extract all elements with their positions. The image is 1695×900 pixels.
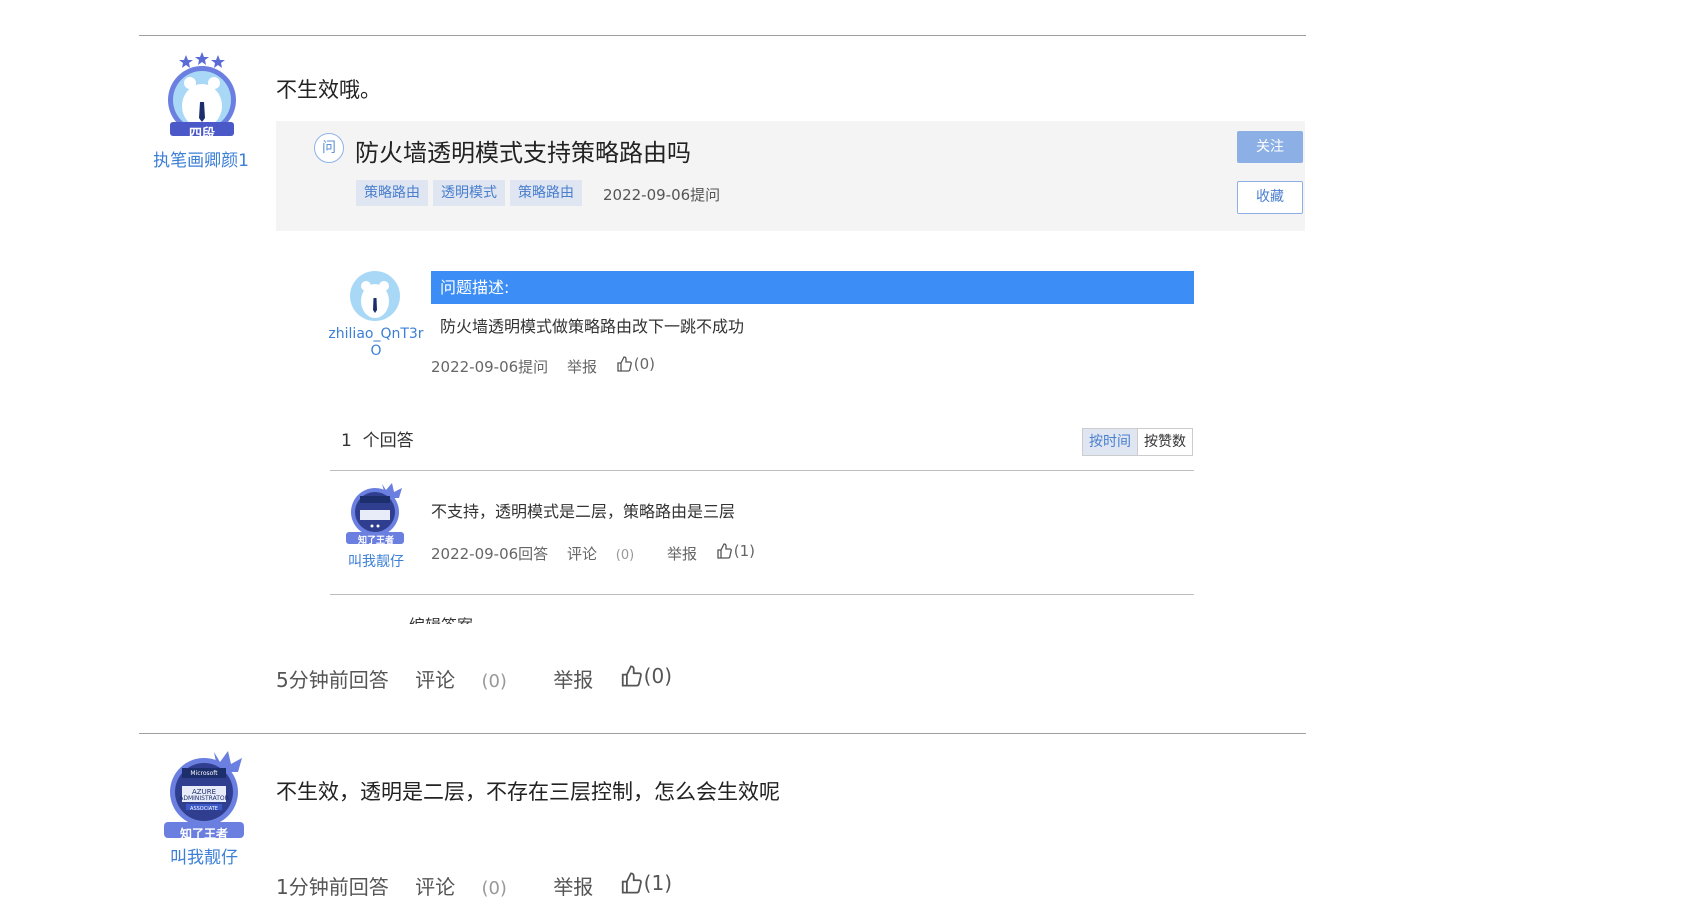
tag-3[interactable]: 策略路由: [510, 180, 582, 206]
divider-reply2: [139, 733, 1306, 734]
reply1-text: 不生效哦。: [276, 78, 381, 102]
asker-name[interactable]: zhiliao_QnT3r: [326, 326, 426, 342]
reply2-like-button[interactable]: (1): [620, 871, 692, 895]
asker-name-line2[interactable]: O: [326, 343, 426, 359]
reply2-time: 1分钟前回答: [276, 875, 389, 899]
answer-like-count: (1): [733, 542, 756, 560]
reply2-badge-text: 知了王者: [179, 827, 228, 841]
like-count: (0): [633, 355, 656, 373]
reply1-comment[interactable]: 评论 (0): [415, 668, 527, 692]
answer-like-button[interactable]: (1): [716, 542, 769, 560]
asker-avatar[interactable]: [349, 270, 401, 322]
answers-count: 1 个回答: [341, 426, 414, 451]
reply2-meta: 1分钟前回答 评论 (0) 举报 (1): [276, 871, 712, 900]
clipped-text: 编辑答案: [409, 612, 473, 624]
answer-report[interactable]: 举报: [667, 545, 697, 563]
reply2-comment[interactable]: 评论 (0): [415, 875, 527, 899]
reply2-text: 不生效，透明是二层，不存在三层控制，怎么会生效呢: [276, 780, 780, 804]
reply1-username[interactable]: 执笔画卿颜1: [140, 146, 262, 171]
reply1-comment-count: (0): [481, 671, 507, 692]
description-header: 问题描述:: [431, 271, 1194, 304]
question-card[interactable]: 问 防火墙透明模式支持策略路由吗 策略路由 透明模式 策略路由 2022-09-…: [276, 121, 1305, 231]
thumbs-up-icon: [617, 356, 632, 372]
thumbs-up-icon: [621, 872, 642, 894]
answer-comment-count: (0): [615, 548, 635, 563]
answer-date: 2022-09-06回答: [431, 545, 549, 563]
azure-line-3: ADMINISTRATOR: [179, 795, 229, 802]
like-button[interactable]: (0): [616, 355, 669, 373]
question-icon: 问: [314, 133, 344, 163]
azure-line-4: ASSOCIATE: [190, 806, 218, 812]
answer-comment-label: 评论: [566, 545, 597, 563]
report-link[interactable]: 举报: [567, 358, 597, 376]
reply2-comment-label: 评论: [415, 875, 456, 899]
divider-top: [139, 35, 1306, 36]
question-detail-date: 2022-09-06提问: [431, 358, 549, 376]
sort-by-time[interactable]: 按时间: [1083, 429, 1138, 455]
reply2-comment-count: (0): [481, 878, 507, 899]
reply1-time: 5分钟前回答: [276, 668, 389, 692]
reply1-meta: 5分钟前回答 评论 (0) 举报 (0): [276, 664, 712, 693]
answer-text: 不支持，透明模式是二层，策略路由是三层: [431, 502, 736, 521]
azure-line-1: Microsoft: [190, 770, 218, 777]
thumbs-up-icon: [717, 543, 732, 559]
reply1-like-count: (0): [643, 664, 673, 688]
reply1-comment-label: 评论: [415, 668, 456, 692]
divider-answer-end: [330, 594, 1194, 595]
question-title[interactable]: 防火墙透明模式支持策略路由吗: [355, 133, 691, 168]
reply1-like-button[interactable]: (0): [620, 664, 692, 688]
reply2-report[interactable]: 举报: [553, 875, 593, 899]
thumbs-up-icon: [621, 665, 642, 687]
answer-count-number: 1: [341, 431, 352, 451]
reply2-like-count: (1): [643, 871, 673, 895]
divider-answers: [330, 470, 1194, 471]
follow-button[interactable]: 关注: [1237, 131, 1303, 163]
description-text: 防火墙透明模式做策略路由改下一跳不成功: [440, 317, 745, 336]
sort-toggle: 按时间 按赞数: [1082, 428, 1193, 456]
level-badge-text: 四段: [188, 127, 215, 142]
answer-count-label: 个回答: [362, 431, 414, 451]
sort-by-votes[interactable]: 按赞数: [1138, 429, 1192, 455]
answerer-badge-text: 知了王者: [357, 536, 394, 546]
answerer-name[interactable]: 叫我靓仔: [336, 551, 416, 571]
question-date: 2022-09-06提问: [603, 186, 721, 204]
tag-1[interactable]: 策略路由: [356, 180, 428, 206]
question-meta: 2022-09-06提问 举报 (0): [431, 355, 683, 377]
favorite-button[interactable]: 收藏: [1237, 181, 1303, 214]
reply2-username[interactable]: 叫我靓仔: [150, 843, 258, 868]
answer-comment[interactable]: 评论 (0): [567, 545, 648, 563]
answer-meta: 2022-09-06回答 评论 (0) 举报 (1): [431, 542, 783, 564]
reply1-report[interactable]: 举报: [553, 668, 593, 692]
tag-2[interactable]: 透明模式: [433, 180, 505, 206]
